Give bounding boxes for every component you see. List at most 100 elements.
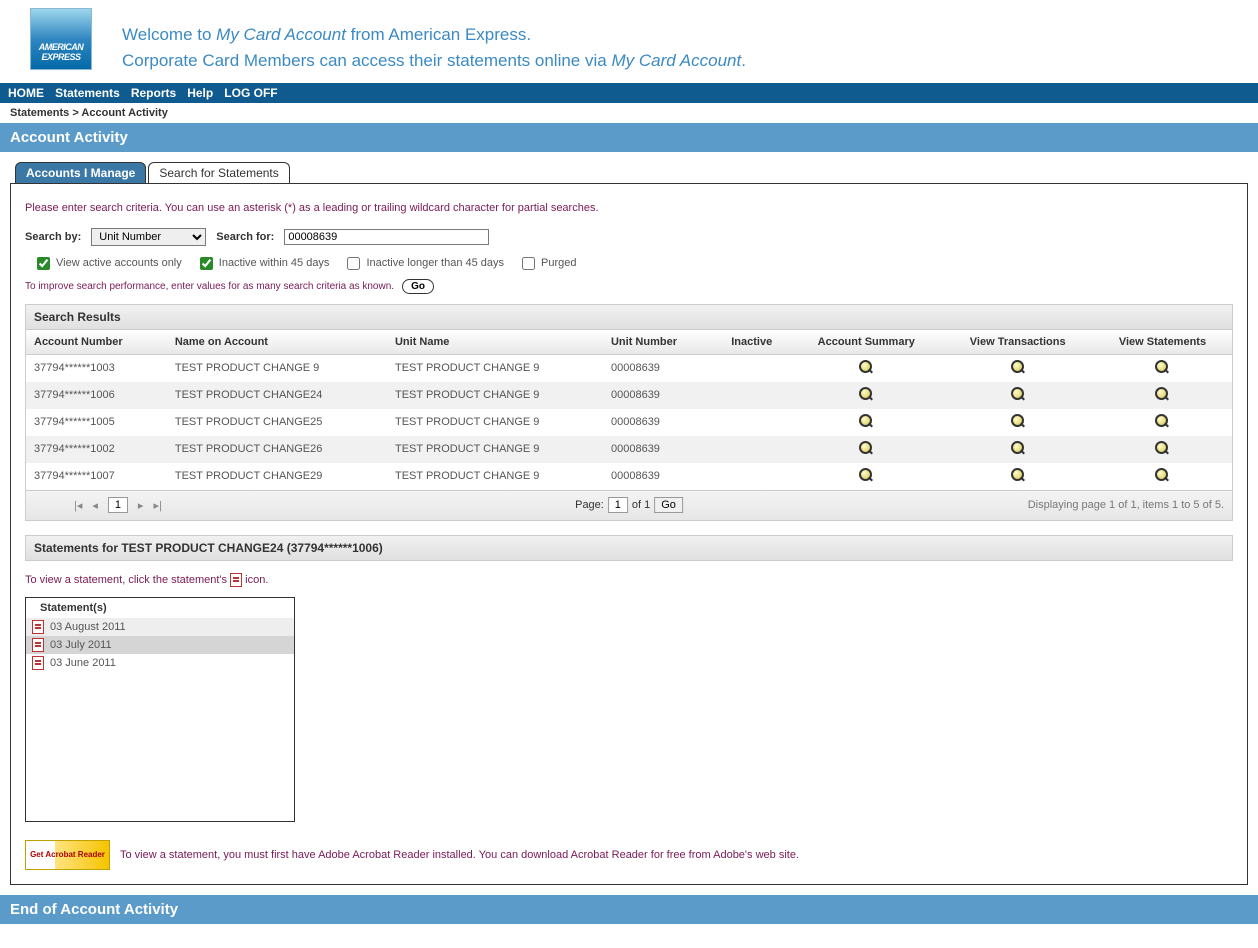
results-grid: Search Results Account Number Name on Ac… xyxy=(25,304,1233,521)
pager-last-icon[interactable]: ▸| xyxy=(153,499,161,512)
statement-label: 03 August 2011 xyxy=(50,621,126,633)
pager-of-text: of 1 xyxy=(632,499,650,511)
search-for-input[interactable] xyxy=(284,229,489,245)
table-row: 37794******1007TEST PRODUCT CHANGE29TEST… xyxy=(26,463,1232,490)
magnifier-icon[interactable] xyxy=(1155,387,1169,401)
acrobat-note: To view a statement, you must first have… xyxy=(120,849,799,861)
main-panel: Please enter search criteria. You can us… xyxy=(10,183,1248,885)
magnifier-icon[interactable] xyxy=(1155,360,1169,374)
magnifier-icon[interactable] xyxy=(1011,441,1025,455)
cell-inactive xyxy=(713,382,790,409)
pager-prev-icon[interactable]: ◂ xyxy=(92,499,98,512)
cell-account-number: 37794******1006 xyxy=(26,382,167,409)
nav-home[interactable]: HOME xyxy=(8,86,44,100)
magnifier-icon[interactable] xyxy=(859,414,873,428)
cell-account-number: 37794******1003 xyxy=(26,354,167,382)
statement-item[interactable]: 03 July 2011 xyxy=(26,636,294,654)
table-row: 37794******1003TEST PRODUCT CHANGE 9TEST… xyxy=(26,354,1232,382)
top-nav: HOME Statements Reports Help LOG OFF xyxy=(0,83,1258,103)
magnifier-icon[interactable] xyxy=(1011,387,1025,401)
col-account-summary[interactable]: Account Summary xyxy=(790,330,942,355)
statement-label: 03 July 2011 xyxy=(50,639,112,651)
perf-hint: To improve search performance, enter val… xyxy=(25,281,394,292)
cell-unit-number: 00008639 xyxy=(603,382,713,409)
statement-item[interactable]: 03 August 2011 xyxy=(26,618,294,636)
cb-purged[interactable]: Purged xyxy=(518,254,576,273)
pdf-icon xyxy=(32,620,44,634)
magnifier-icon[interactable] xyxy=(1011,414,1025,428)
magnifier-icon[interactable] xyxy=(1011,468,1025,482)
pager-go-button[interactable]: Go xyxy=(654,497,683,513)
cell-account-number: 37794******1005 xyxy=(26,409,167,436)
cell-account-number: 37794******1007 xyxy=(26,463,167,490)
cell-inactive xyxy=(713,436,790,463)
pager-page-input[interactable] xyxy=(608,497,628,513)
magnifier-icon[interactable] xyxy=(1155,441,1169,455)
pager: |◂ ◂ ▸ ▸| Page: of 1 Go Displaying page … xyxy=(26,490,1232,520)
statement-item[interactable]: 03 June 2011 xyxy=(26,654,294,672)
cb-inactive-45[interactable]: Inactive within 45 days xyxy=(196,254,330,273)
cell-name-on-account: TEST PRODUCT CHANGE25 xyxy=(167,409,387,436)
cb-active-only[interactable]: View active accounts only xyxy=(33,254,182,273)
cell-unit-name: TEST PRODUCT CHANGE 9 xyxy=(387,436,603,463)
tab-accounts-i-manage[interactable]: Accounts I Manage xyxy=(15,162,146,183)
col-inactive[interactable]: Inactive xyxy=(713,330,790,355)
col-unit-number[interactable]: Unit Number xyxy=(603,330,713,355)
tab-search-for-statements[interactable]: Search for Statements xyxy=(148,162,289,183)
search-instructions: Please enter search criteria. You can us… xyxy=(25,202,1233,214)
pager-first-icon[interactable]: |◂ xyxy=(74,499,82,512)
pdf-icon xyxy=(230,573,242,587)
magnifier-icon[interactable] xyxy=(1155,414,1169,428)
magnifier-icon[interactable] xyxy=(859,387,873,401)
cell-unit-number: 00008639 xyxy=(603,436,713,463)
nav-reports[interactable]: Reports xyxy=(131,86,176,100)
cell-unit-number: 00008639 xyxy=(603,354,713,382)
cb-inactive-longer[interactable]: Inactive longer than 45 days xyxy=(343,254,504,273)
search-go-button[interactable]: Go xyxy=(402,279,434,294)
statements-box-title: Statement(s) xyxy=(26,598,294,618)
pdf-icon xyxy=(32,656,44,670)
search-for-label: Search for: xyxy=(216,231,274,243)
pdf-icon xyxy=(32,638,44,652)
col-unit-name[interactable]: Unit Name xyxy=(387,330,603,355)
search-by-select[interactable]: Unit Number xyxy=(91,228,206,246)
nav-help[interactable]: Help xyxy=(187,86,213,100)
statement-note: To view a statement, click the statement… xyxy=(25,573,1233,587)
cell-name-on-account: TEST PRODUCT CHANGE29 xyxy=(167,463,387,490)
col-view-transactions[interactable]: View Transactions xyxy=(942,330,1093,355)
grid-title: Search Results xyxy=(26,305,1232,330)
brand-logo: AMERICAN EXPRESS xyxy=(30,8,92,70)
cell-inactive xyxy=(713,354,790,382)
footer-bar: End of Account Activity xyxy=(0,895,1258,924)
magnifier-icon[interactable] xyxy=(1011,360,1025,374)
cell-account-number: 37794******1002 xyxy=(26,436,167,463)
col-account-number[interactable]: Account Number xyxy=(26,330,167,355)
magnifier-icon[interactable] xyxy=(859,441,873,455)
col-name-on-account[interactable]: Name on Account xyxy=(167,330,387,355)
col-view-statements[interactable]: View Statements xyxy=(1093,330,1232,355)
magnifier-icon[interactable] xyxy=(859,468,873,482)
brand-line2: EXPRESS xyxy=(41,53,80,63)
pager-display-text: Displaying page 1 of 1, items 1 to 5 of … xyxy=(1028,499,1224,511)
statement-label: 03 June 2011 xyxy=(50,657,116,669)
cell-inactive xyxy=(713,463,790,490)
magnifier-icon[interactable] xyxy=(859,360,873,374)
pager-next-icon[interactable]: ▸ xyxy=(138,499,144,512)
page-title: Account Activity xyxy=(0,123,1258,152)
cell-unit-name: TEST PRODUCT CHANGE 9 xyxy=(387,409,603,436)
cell-unit-name: TEST PRODUCT CHANGE 9 xyxy=(387,382,603,409)
acrobat-reader-badge[interactable]: Get Acrobat Reader xyxy=(25,840,110,870)
cell-unit-name: TEST PRODUCT CHANGE 9 xyxy=(387,463,603,490)
table-row: 37794******1005TEST PRODUCT CHANGE25TEST… xyxy=(26,409,1232,436)
magnifier-icon[interactable] xyxy=(1155,468,1169,482)
nav-logoff[interactable]: LOG OFF xyxy=(224,86,277,100)
search-by-label: Search by: xyxy=(25,231,81,243)
pager-current-box[interactable] xyxy=(108,497,128,513)
nav-statements[interactable]: Statements xyxy=(55,86,120,100)
statements-box: Statement(s) 03 August 2011 03 July 2011 0… xyxy=(25,597,295,822)
table-row: 37794******1006TEST PRODUCT CHANGE24TEST… xyxy=(26,382,1232,409)
cell-inactive xyxy=(713,409,790,436)
cell-name-on-account: TEST PRODUCT CHANGE 9 xyxy=(167,354,387,382)
pager-page-label: Page: xyxy=(575,499,604,511)
table-row: 37794******1002TEST PRODUCT CHANGE26TEST… xyxy=(26,436,1232,463)
